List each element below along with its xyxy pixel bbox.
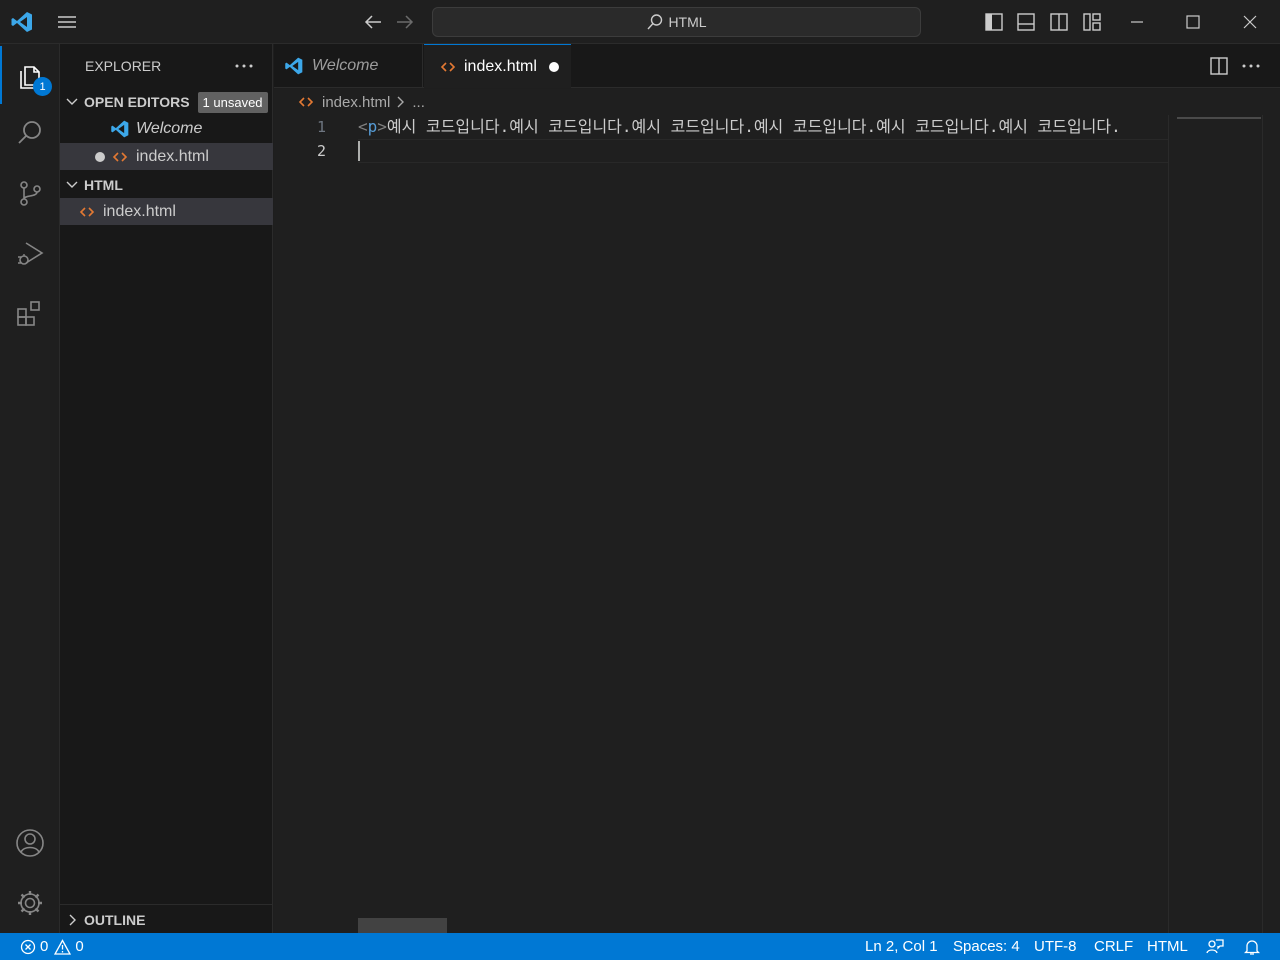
chevron-right-icon [396, 96, 406, 108]
html-file-icon [77, 204, 97, 220]
toggle-secondary-sidebar-icon[interactable] [1048, 11, 1070, 33]
command-center-label: HTML [668, 14, 707, 30]
back-arrow-icon[interactable] [362, 11, 384, 33]
forward-arrow-icon[interactable] [394, 11, 416, 33]
warning-icon [54, 938, 72, 955]
outline-header[interactable]: OUTLINE [60, 907, 273, 933]
extensions-activity[interactable] [0, 284, 60, 342]
vscode-logo-icon [10, 10, 34, 34]
code-line[interactable]: <p>예시 코드입니다.예시 코드입니다.예시 코드입니다.예시 코드입니다.예… [358, 115, 1168, 139]
more-actions-icon[interactable] [232, 54, 256, 78]
source-control-activity[interactable] [0, 164, 60, 222]
outline-label: OUTLINE [84, 912, 146, 928]
vscode-logo-icon [284, 56, 304, 76]
breadcrumb: index.html ... [274, 89, 1280, 115]
error-icon [20, 939, 36, 954]
feedback-icon[interactable] [1206, 933, 1224, 960]
indentation[interactable]: Spaces: 4 [953, 933, 1020, 960]
tab-label: index.html [464, 57, 537, 75]
html-file-icon [298, 94, 314, 110]
toggle-primary-sidebar-icon[interactable] [983, 11, 1005, 33]
open-editors-label: OPEN EDITORS [84, 94, 190, 110]
tab-index-html[interactable]: index.html [424, 44, 571, 88]
file-index-html[interactable]: index.html [60, 198, 273, 225]
explorer-activity[interactable]: 1 [0, 46, 60, 104]
menu-icon[interactable] [56, 11, 78, 33]
title-bar: HTML [0, 0, 1280, 44]
html-file-icon [440, 59, 456, 75]
tag-bracket: < [358, 117, 368, 136]
current-line-highlight [358, 139, 1168, 163]
unsaved-dot-icon[interactable] [548, 61, 559, 72]
line-number: 1 [316, 118, 326, 136]
code-editor[interactable]: 1 2 <p>예시 코드입니다.예시 코드입니다.예시 코드입니다.예시 코드입… [274, 115, 1280, 933]
open-editors-section[interactable]: OPEN EDITORS 1 unsaved [60, 89, 273, 115]
outline-section[interactable]: OUTLINE [60, 904, 273, 933]
text-cursor [358, 141, 360, 161]
sidebar-title: EXPLORER [85, 58, 162, 74]
tab-welcome[interactable]: Welcome [274, 44, 423, 88]
line-number: 2 [316, 142, 326, 160]
run-debug-icon [18, 242, 44, 265]
accounts-activity[interactable] [0, 814, 60, 872]
run-debug-activity[interactable] [0, 224, 60, 282]
search-icon [18, 121, 41, 144]
file-label: index.html [103, 202, 176, 220]
close-icon[interactable] [1221, 0, 1279, 44]
breadcrumb-more[interactable]: ... [412, 94, 425, 111]
customize-layout-icon[interactable] [1081, 11, 1103, 33]
status-bar: 0 0 Ln 2, Col 1 Spaces: 4 UTF-8 CRLF HTM… [0, 933, 1280, 960]
minimap-line [1177, 117, 1261, 119]
encoding[interactable]: UTF-8 [1034, 933, 1077, 960]
open-editor-welcome[interactable]: Welcome [60, 115, 273, 142]
tag-name: p [367, 117, 378, 136]
folder-label: HTML [84, 177, 123, 193]
explorer-sidebar: EXPLORER OPEN EDITORS 1 unsaved Welcome … [60, 44, 273, 933]
command-center-search[interactable]: HTML [432, 7, 921, 37]
minimap[interactable] [1168, 115, 1262, 933]
end-of-line[interactable]: CRLF [1094, 933, 1133, 960]
code-text: 예시 코드입니다.예시 코드입니다.예시 코드입니다.예시 코드입니다.예시 코… [386, 117, 1121, 136]
source-control-icon [20, 181, 41, 206]
chevron-down-icon [60, 179, 84, 191]
open-editor-index-html[interactable]: index.html [60, 143, 273, 170]
cursor-position[interactable]: Ln 2, Col 1 [865, 933, 938, 960]
tab-label: Welcome [312, 57, 379, 74]
minimize-icon[interactable] [1108, 0, 1166, 44]
vscode-logo-icon [110, 119, 130, 139]
maximize-icon[interactable] [1164, 0, 1222, 44]
editor-tabs: Welcome index.html [274, 44, 1280, 88]
problems-status[interactable]: 0 0 [20, 933, 84, 960]
gear-icon [18, 891, 42, 915]
open-editor-label: index.html [136, 147, 209, 165]
unsaved-dot-icon[interactable] [94, 151, 106, 162]
explorer-badge: 1 [33, 77, 52, 96]
tag-bracket: > [377, 117, 387, 136]
more-actions-icon[interactable] [1240, 55, 1262, 77]
extensions-icon [17, 301, 40, 326]
activity-bar: 1 [0, 44, 60, 933]
split-editor-icon[interactable] [1208, 55, 1230, 77]
error-count: 0 [40, 938, 49, 955]
toggle-panel-icon[interactable] [1015, 11, 1037, 33]
horizontal-scrollbar-thumb[interactable] [358, 918, 447, 933]
breadcrumb-file[interactable]: index.html [322, 94, 390, 111]
unsaved-badge: 1 unsaved [197, 91, 268, 113]
account-icon [16, 829, 44, 857]
chevron-down-icon [60, 96, 84, 108]
manage-activity[interactable] [0, 874, 60, 932]
language-mode[interactable]: HTML [1147, 933, 1188, 960]
html-folder-section[interactable]: HTML [60, 172, 273, 198]
chevron-right-icon [60, 914, 84, 926]
vertical-scrollbar[interactable] [1262, 115, 1280, 933]
bell-icon[interactable] [1244, 933, 1260, 960]
open-editor-label: Welcome [136, 119, 203, 137]
search-icon [647, 14, 663, 30]
warning-count: 0 [75, 938, 84, 955]
search-activity[interactable] [0, 104, 60, 162]
html-file-icon [110, 149, 130, 165]
